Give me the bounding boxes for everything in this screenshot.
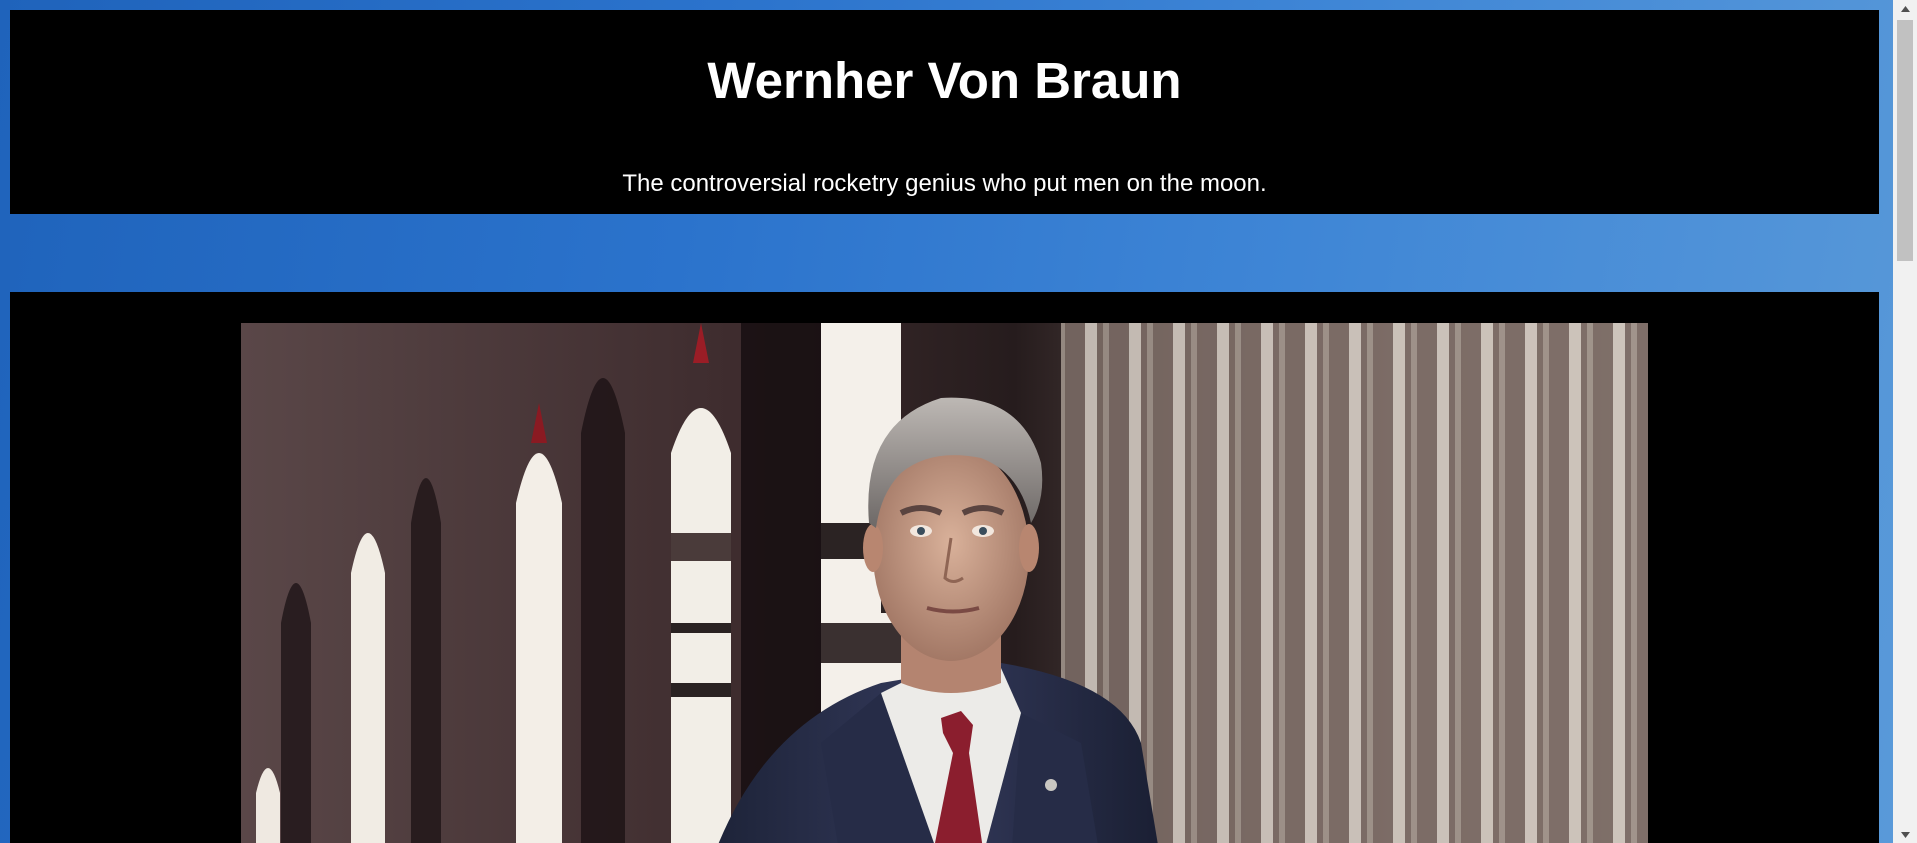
page-subtitle: The controversial rocketry genius who pu… bbox=[622, 170, 1267, 197]
portrait-photo bbox=[241, 323, 1648, 843]
page-header: Wernher Von Braun The controversial rock… bbox=[10, 10, 1879, 214]
page-title: Wernher Von Braun bbox=[707, 52, 1182, 109]
scrollbar-thumb[interactable] bbox=[1897, 20, 1913, 261]
triangle-up-icon bbox=[1900, 5, 1910, 12]
triangle-down-icon bbox=[1900, 831, 1910, 838]
portrait-photo-illustration bbox=[241, 323, 1648, 843]
main-content bbox=[10, 292, 1879, 843]
vertical-scrollbar[interactable] bbox=[1893, 0, 1917, 843]
scroll-up-button[interactable] bbox=[1893, 0, 1917, 17]
scroll-down-button[interactable] bbox=[1893, 826, 1917, 843]
